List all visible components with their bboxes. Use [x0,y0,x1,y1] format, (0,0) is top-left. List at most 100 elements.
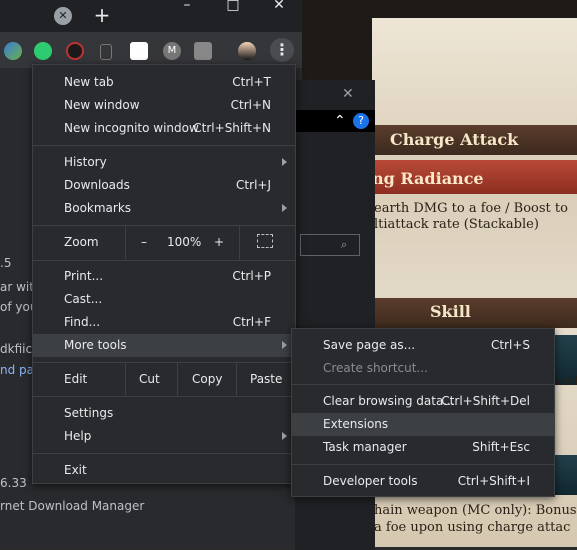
menu-label: Task manager [323,440,407,454]
background-search-box[interactable] [300,234,360,256]
minimize-icon[interactable]: – [176,0,198,14]
menu-item-bookmarks[interactable]: Bookmarks [33,197,295,220]
menu-divider [33,145,295,146]
menu-label: History [64,155,107,169]
menu-item-downloads[interactable]: Downloads Ctrl+J [33,174,295,197]
menu-item-exit[interactable]: Exit [33,459,295,482]
cut-button[interactable]: Cut [139,372,160,386]
zoom-out-button[interactable]: – [141,235,147,249]
fullscreen-icon[interactable] [257,234,273,248]
menu-shortcut: Ctrl+S [490,338,530,352]
close-window-icon[interactable]: ✕ [268,0,290,14]
menu-label: New tab [64,75,114,89]
menu-item-find[interactable]: Find... Ctrl+F [33,311,295,334]
submenu-item-clear-browsing[interactable]: Clear browsing data... Ctrl+Shift+Del [292,390,554,413]
page-text: rnet Download Manager [0,499,145,513]
menu-divider [33,225,295,226]
extension-m-icon[interactable]: M [163,42,181,60]
menu-shortcut: Ctrl+Shift+Del [441,394,530,408]
page-text: dkfiic [0,342,33,356]
menu-shortcut: Ctrl+Shift+N [193,121,271,135]
menu-item-zoom: Zoom – 100% + [33,226,295,260]
menu-label: Help [64,429,92,443]
menu-label: Edit [64,372,88,386]
help-icon[interactable]: ? [353,113,369,129]
new-tab-icon[interactable]: + [92,4,112,26]
extension-earth-icon[interactable] [4,42,22,60]
submenu-item-save-page[interactable]: Save page as... Ctrl+S [292,334,554,357]
menu-label: Bookmarks [64,201,132,215]
menu-shortcut: Ctrl+Shift+I [457,474,530,488]
submenu-item-task-manager[interactable]: Task manager Shift+Esc [292,436,554,459]
menu-label: Downloads [64,178,130,192]
menu-shortcut: Ctrl+N [230,98,271,112]
menu-divider [33,453,295,454]
zoom-divider [125,226,126,260]
menu-shortcut: Ctrl+P [232,269,271,283]
game-desc: oost [552,374,577,389]
menu-label: Create shortcut... [323,361,428,375]
search-icon: ⌕ [341,238,348,251]
menu-label: New window [64,98,140,112]
menu-item-history[interactable]: History [33,151,295,174]
chrome-main-menu: New tab Ctrl+T New window Ctrl+N New inc… [32,64,296,484]
menu-shortcut: Ctrl+J [236,178,271,192]
menu-item-print[interactable]: Print... Ctrl+P [33,265,295,288]
menu-item-incognito[interactable]: New incognito window Ctrl+Shift+N [33,117,295,140]
radiance-title: ng Radiance [372,169,484,188]
game-desc: earth DMG to a foe / Boost to [374,201,568,216]
menu-divider [33,362,295,363]
submenu-item-create-shortcut: Create shortcut... [292,357,554,380]
zoom-level: 100% [167,235,202,249]
menu-label: Developer tools [323,474,418,488]
kebab-menu-icon[interactable]: ⋮ [270,38,294,62]
menu-item-new-tab[interactable]: New tab Ctrl+T [33,71,295,94]
skill-banner [372,298,577,328]
more-tools-submenu: Save page as... Ctrl+S Create shortcut..… [291,328,555,497]
menu-item-cast[interactable]: Cast... [33,288,295,311]
extension-green-icon[interactable] [34,42,52,60]
menu-label: Print... [64,269,104,283]
close-tab-icon[interactable]: ✕ [54,7,72,25]
profile-avatar[interactable] [238,42,256,60]
menu-item-more-tools[interactable]: More tools [33,334,295,357]
menu-label: Clear browsing data... [323,394,455,408]
charge-attack-title: Charge Attack [390,130,519,149]
menu-label: Cast... [64,292,103,306]
chevron-right-icon [282,158,287,166]
copy-button[interactable]: Copy [192,372,222,386]
zoom-in-button[interactable]: + [214,235,224,249]
edit-divider [236,363,237,397]
menu-item-help[interactable]: Help [33,425,295,448]
chevron-right-icon [282,204,287,212]
submenu-item-extensions[interactable]: Extensions [292,413,554,436]
menu-label: Save page as... [323,338,416,352]
page-text: 6.33 [0,476,27,490]
zoom-divider [239,226,240,260]
submenu-item-developer-tools[interactable]: Developer tools Ctrl+Shift+I [292,470,554,493]
skill-title: Skill [430,302,471,321]
menu-item-settings[interactable]: Settings [33,402,295,425]
background-window-close-icon[interactable]: ✕ [342,86,354,102]
chevron-right-icon [282,432,287,440]
menu-divider [33,260,295,261]
caret-up-icon[interactable]: ⌃ [334,113,346,129]
paste-button[interactable]: Paste [250,372,282,386]
maximize-icon[interactable]: □ [222,0,244,14]
menu-shortcut: Shift+Esc [472,440,530,454]
game-desc: ltiattack rate (Stackable) [374,217,539,232]
page-text: .5 [0,256,12,270]
chevron-right-icon [282,341,287,349]
extension-grey-icon[interactable] [194,42,212,60]
menu-shortcut: Ctrl+F [232,315,271,329]
edit-divider [125,363,126,397]
menu-label: New incognito window [64,121,199,135]
game-desc: a foe upon using charge attac [374,520,571,535]
bookmark-icon[interactable] [100,44,112,60]
game-desc: hain weapon (MC only): Bonus [374,503,577,518]
menu-label: Zoom [64,235,99,249]
menu-label: Extensions [323,417,389,431]
menu-item-new-window[interactable]: New window Ctrl+N [33,94,295,117]
extension-list-icon[interactable] [130,42,148,60]
extension-owl-icon[interactable] [66,42,84,60]
